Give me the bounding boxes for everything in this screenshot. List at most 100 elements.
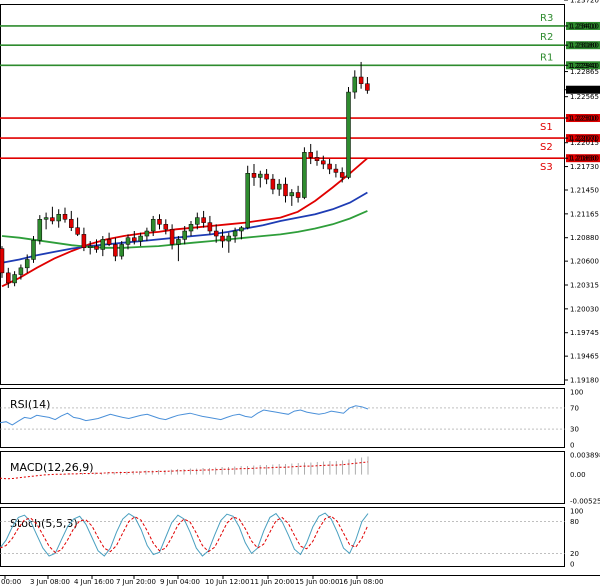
candle-body-up: [56, 214, 61, 222]
candle-55: [346, 87, 351, 180]
candle-body-up: [239, 227, 244, 232]
candle-body-down: [132, 237, 137, 242]
candle-body-down: [308, 152, 313, 158]
candle-56: [352, 70, 358, 99]
candle-2: [12, 271, 17, 287]
indicator-panes: RSI(14) 100 70 30 0 MACD(12,26,9) 0.003898 0.00…: [0, 389, 600, 569]
level-name-r3: R3: [540, 13, 553, 24]
candle-body-down: [251, 173, 257, 178]
indicator-tick-1-2: -0.005258: [570, 498, 600, 506]
candle-body-down: [264, 173, 269, 180]
candle-body-down: [69, 219, 74, 228]
price-tick-label-7: 1.22310: [570, 115, 599, 123]
time-axis: 00:00 3 Jun 08:00 4 Jun 16:00 7 Jun 20:00 9 …: [1, 575, 383, 586]
candle-body-up: [352, 76, 358, 93]
candle-32: [201, 210, 206, 228]
indicator-tick-1-1: 0.00: [570, 471, 586, 479]
candle-body-down: [270, 178, 276, 190]
candle-44: [276, 179, 282, 196]
candle-body-down: [94, 245, 99, 250]
candle-body-up: [176, 239, 181, 245]
indicator-tick-2-2: 20: [570, 550, 579, 558]
candle-body-up: [289, 192, 295, 197]
candle-body-down: [62, 214, 68, 220]
candle-53: [333, 164, 339, 178]
candle-body-up: [87, 245, 93, 249]
indicator-name-1: MACD(12,26,9): [10, 461, 94, 474]
candle-body-up: [144, 230, 150, 237]
candle-body-down: [220, 235, 225, 242]
level-name-s1: S1: [540, 122, 553, 133]
time-tick-label-1: 3 Jun 08:00: [30, 578, 70, 586]
price-tick-label-16: 1.20315: [570, 282, 599, 290]
candle-body-down: [283, 183, 288, 197]
candle-7: [43, 212, 49, 230]
moving-averages: [1, 157, 368, 288]
pane-frames: [0, 4, 600, 576]
candle-42: [264, 169, 269, 185]
candle-10: [62, 207, 68, 223]
candle-47: [295, 185, 301, 203]
price-tick-label-4: 1.22865: [570, 68, 599, 76]
indicator-pane-frame-2: [0, 507, 565, 567]
candle-body-up: [18, 267, 24, 275]
candle-body-up: [12, 274, 17, 284]
price-tick-label-10: 1.21830: [570, 155, 599, 163]
candle-11: [69, 210, 74, 232]
price-tick-label-1: 1.23410: [570, 22, 599, 30]
price-tick-label-14: 1.20880: [570, 234, 599, 242]
level-name-s3: S3: [540, 162, 553, 173]
candle-body-down: [113, 244, 118, 257]
time-tick-label-6: 11 Jun 20:00: [250, 578, 294, 586]
candle-body-up: [150, 219, 156, 232]
candle-46: [289, 189, 295, 206]
candle-body-down: [169, 229, 175, 245]
candle-52: [327, 159, 332, 175]
price-tick-label-12: 1.21450: [570, 187, 599, 195]
candle-body-up: [276, 183, 282, 190]
candle-body-up: [302, 152, 307, 198]
candle-39: [245, 165, 250, 230]
price-tick-label-9: 1.22015: [570, 139, 599, 147]
candle-body-down: [295, 192, 301, 198]
price-tick-label-17: 1.20030: [570, 305, 599, 313]
time-tick-label-8: 16 Jun 08:00: [339, 578, 383, 586]
indicator-pane-frame-0: [0, 388, 565, 448]
candle-40: [251, 164, 257, 186]
candle-body-up: [232, 230, 238, 237]
time-tick-label-3: 7 Jun 20:00: [116, 578, 156, 586]
candle-body-down: [365, 83, 370, 91]
candle-body-up: [195, 217, 200, 225]
rsi-line: [0, 405, 369, 426]
price-tick-label-15: 1.20600: [570, 258, 599, 266]
indicator-tick-0-3: 0: [570, 442, 574, 450]
candle-12: [75, 217, 80, 237]
candle-13: [81, 227, 87, 252]
forex-chart: R31.23410R21.23180R11.22940S11.22310S21.…: [0, 0, 600, 586]
candlesticks: [0, 61, 370, 288]
candle-17: [106, 232, 112, 247]
indicator-tick-0-1: 70: [570, 404, 579, 412]
indicator-tick-2-1: 80: [570, 518, 579, 526]
candle-body-down: [50, 217, 55, 222]
candle-41: [258, 170, 263, 188]
level-name-r2: R2: [540, 32, 553, 43]
candle-49: [308, 143, 313, 165]
level-name-s2: S2: [540, 142, 553, 153]
indicator-pane-frame-1: [0, 451, 565, 504]
indicator-tick-2-3: 0: [570, 561, 574, 569]
candle-body-up: [125, 237, 131, 245]
candle-45: [283, 177, 288, 203]
candle-26: [163, 219, 169, 235]
candle-body-up: [258, 173, 263, 178]
candle-body-down: [333, 168, 339, 173]
candle-25: [157, 214, 162, 230]
price-tick-label-11: 1.21730: [570, 163, 599, 171]
candle-18: [113, 237, 118, 262]
candle-body-up: [182, 230, 187, 240]
candle-body-up: [37, 219, 43, 241]
candle-body-down: [314, 157, 320, 161]
candle-body-up: [346, 91, 351, 178]
candle-28: [176, 236, 181, 262]
candle-50: [314, 150, 320, 166]
